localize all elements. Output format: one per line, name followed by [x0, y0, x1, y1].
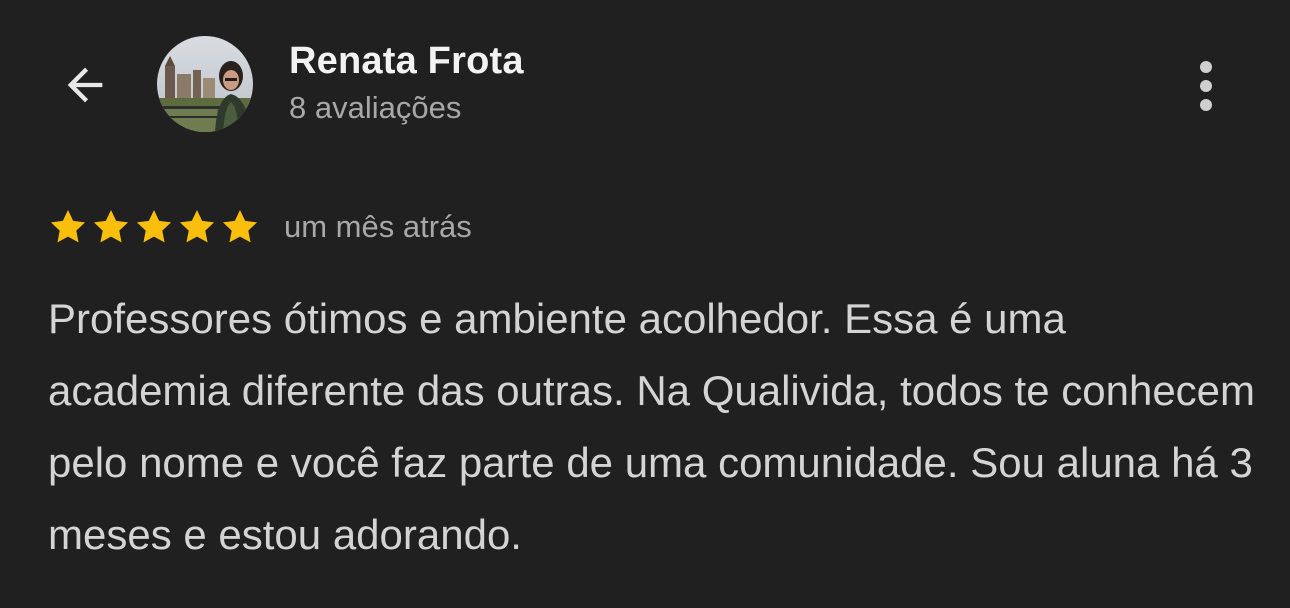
star-icon [93, 210, 129, 243]
review-header: Renata Frota 8 avaliações [0, 0, 1290, 170]
back-button[interactable] [50, 50, 120, 120]
review-count[interactable]: 8 avaliações [289, 90, 461, 126]
more-options-button[interactable] [1180, 54, 1232, 118]
avatar[interactable] [157, 36, 253, 132]
reviewer-name[interactable]: Renata Frota [289, 40, 524, 83]
star-icon [222, 210, 258, 243]
rating-row: um mês atrás [48, 202, 472, 252]
review-date: um mês atrás [284, 209, 472, 244]
more-vert-icon [1200, 61, 1212, 111]
star-icon [136, 210, 172, 243]
arrow-back-icon [67, 67, 103, 103]
star-icon [50, 210, 86, 243]
avatar-photo [157, 36, 253, 132]
review-text: Professores ótimos e ambiente acolhedor.… [48, 295, 1256, 558]
star-icon [179, 210, 215, 243]
star-rating [48, 207, 260, 247]
